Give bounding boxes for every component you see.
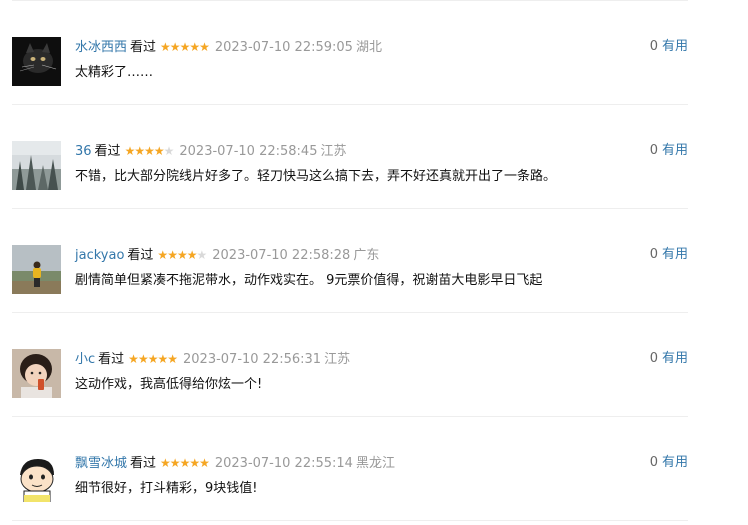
star-filled-icon: ★ [157,248,168,262]
avatar[interactable] [12,141,61,190]
avatar[interactable] [12,349,61,398]
comment-content: 细节很好，打斗精彩，9块钱值! [75,481,258,496]
useful-button[interactable]: 有用 [662,351,688,366]
avatar[interactable] [12,245,61,294]
watch-status: 看过 [127,248,154,263]
comment-time: 2023-07-10 22:55:14 [214,456,353,471]
star-filled-icon: ★ [128,352,139,366]
comment-item: 小c 看过 ★★★★★ 2023-07-10 22:56:31 江苏 0 有用 这动作戏，… [12,313,688,417]
vote-area: 0 有用 [650,350,688,368]
comment-content: 这动作戏，我高低得给你炫一个! [75,377,263,392]
star-filled-icon: ★ [157,352,168,366]
divider [12,520,688,521]
star-filled-icon: ★ [189,40,200,54]
vote-area: 0 有用 [650,38,688,56]
star-filled-icon: ★ [167,248,178,262]
star-filled-icon: ★ [147,352,159,366]
comment-item: 飘雪冰城 看过 ★★★★★ 2023-07-10 22:55:14 黑龙江 0 有用 细节… [12,417,688,521]
username-link[interactable]: jackyao [75,248,124,263]
username-link[interactable]: 小c [75,352,95,367]
star-filled-icon: ★ [160,40,171,54]
comment-item: jackyao 看过 ★★★★★ 2023-07-10 22:58:28 广东 0 有用 … [12,209,688,313]
watch-status: 看过 [98,352,125,367]
comment-info: 飘雪冰城 看过 ★★★★★ 2023-07-10 22:55:14 黑龙江 [75,454,395,473]
comment-info: 水冰西西 看过 ★★★★★ 2023-07-10 22:59:05 湖北 [75,38,382,57]
useful-button[interactable]: 有用 [662,39,688,54]
watch-status: 看过 [130,40,157,55]
cat-photo-icon [12,37,61,86]
watch-status: 看过 [130,456,157,471]
comment-content: 不错，比大部分院线片好多了。轻刀快马这么搞下去，弄不好还真就开出了一条路。 [75,169,557,184]
star-filled-icon: ★ [153,144,165,158]
rating-stars: ★★★★★ [160,38,210,56]
comment-content: 剧情简单但紧凑不拖泥带水，动作戏实在。 9元票价值得，祝谢苗大电影早日飞起 [75,273,543,288]
rating-stars: ★★★★★ [128,350,178,368]
username-link[interactable]: 水冰西西 [75,40,127,55]
vote-area: 0 有用 [650,246,688,264]
comment-region: 湖北 [355,40,382,55]
vote-area: 0 有用 [650,454,688,472]
comment-info: 36 看过 ★★★★★ 2023-07-10 22:58:45 江苏 [75,142,346,161]
misty-forest-icon [12,141,61,190]
star-filled-icon: ★ [160,456,171,470]
comment-region: 黑龙江 [355,456,395,471]
star-filled-icon: ★ [199,456,210,470]
child-drinking-icon [12,349,61,398]
username-link[interactable]: 36 [75,144,92,159]
comment-time: 2023-07-10 22:58:28 [212,248,351,263]
star-filled-icon: ★ [179,456,191,470]
comment-time: 2023-07-10 22:59:05 [214,40,353,55]
comment-time: 2023-07-10 22:58:45 [179,144,318,159]
star-filled-icon: ★ [124,144,136,158]
comment-content: 太精彩了…… [75,65,154,80]
username-link[interactable]: 飘雪冰城 [75,456,127,471]
rating-stars: ★★★★★ [160,454,210,472]
comment-region: 江苏 [324,352,351,367]
vote-count: 0 [649,351,658,366]
star-filled-icon: ★ [176,248,188,262]
person-outdoors-icon [12,245,61,294]
star-filled-icon: ★ [144,144,155,158]
useful-button[interactable]: 有用 [662,143,688,158]
comment-item: 36 看过 ★★★★★ 2023-07-10 22:58:45 江苏 0 有用 不错，比大… [12,105,688,209]
star-filled-icon: ★ [179,40,191,54]
avatar[interactable] [12,453,61,502]
star-filled-icon: ★ [199,40,210,54]
star-filled-icon: ★ [169,40,181,54]
vote-area: 0 有用 [650,142,688,160]
rating-stars: ★★★★★ [157,246,207,264]
star-empty-icon: ★ [196,248,207,262]
vote-count: 0 [649,455,658,470]
comment-info: 小c 看过 ★★★★★ 2023-07-10 22:56:31 江苏 [75,350,350,369]
watch-status: 看过 [94,144,121,159]
useful-button[interactable]: 有用 [662,455,688,470]
comment-region: 广东 [353,248,380,263]
vote-count: 0 [649,39,658,54]
star-filled-icon: ★ [134,144,145,158]
vote-count: 0 [649,143,658,158]
star-filled-icon: ★ [137,352,149,366]
star-empty-icon: ★ [163,144,175,158]
comment-time: 2023-07-10 22:56:31 [183,352,322,367]
comment-region: 江苏 [320,144,347,159]
comment-info: jackyao 看过 ★★★★★ 2023-07-10 22:58:28 广东 [75,246,379,265]
useful-button[interactable]: 有用 [662,247,688,262]
star-filled-icon: ★ [189,456,200,470]
cartoon-boy-icon [12,453,61,502]
comment-item: 水冰西西 看过 ★★★★★ 2023-07-10 22:59:05 湖北 0 有用 太精彩… [12,1,688,105]
star-filled-icon: ★ [167,352,178,366]
vote-count: 0 [649,247,658,262]
star-filled-icon: ★ [169,456,181,470]
avatar[interactable] [12,37,61,86]
rating-stars: ★★★★★ [124,142,175,160]
